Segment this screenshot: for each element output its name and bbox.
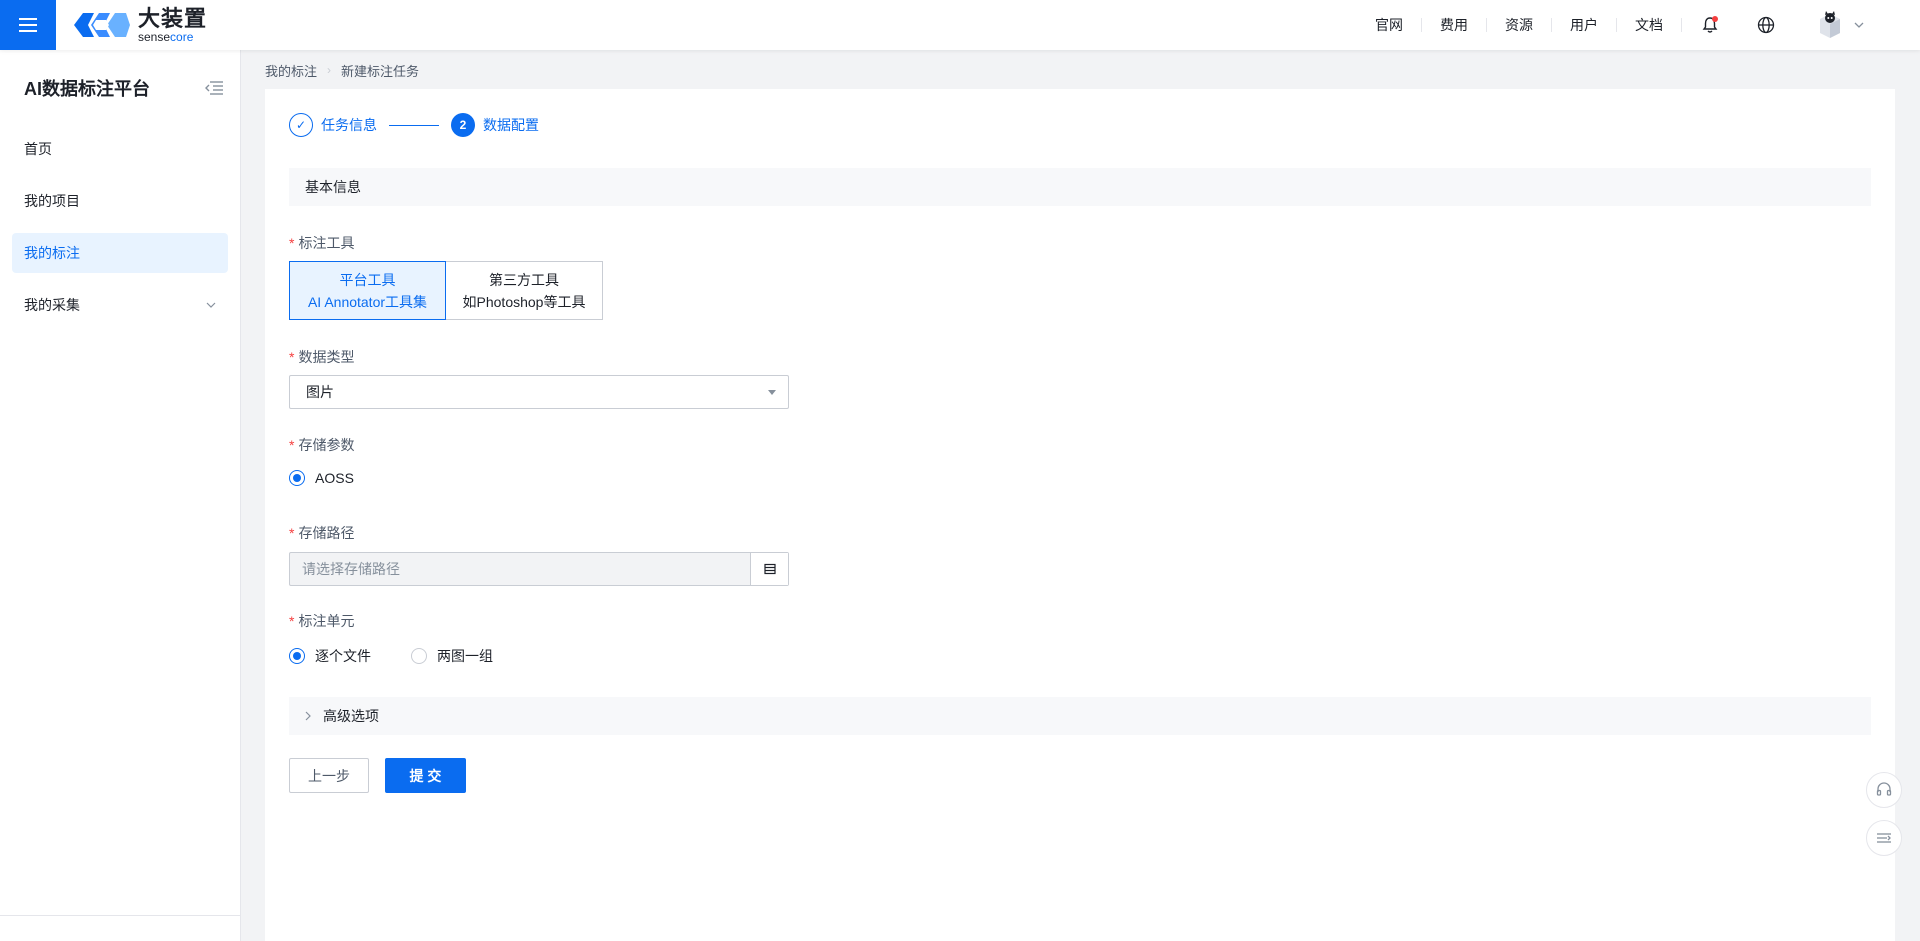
data-type-value: 图片 — [306, 384, 334, 400]
storage-icon — [763, 563, 776, 575]
tool-option-third-party[interactable]: 第三方工具 如Photoshop等工具 — [446, 261, 603, 320]
radio-checked-icon — [289, 470, 305, 486]
globe-icon — [1757, 16, 1775, 34]
nav-link-users[interactable]: 用户 — [1552, 15, 1616, 35]
annotation-unit-radio-group: 逐个文件 两图一组 — [289, 646, 493, 666]
logo-english-text: sensecore — [138, 29, 194, 44]
data-type-select[interactable]: 图片 — [289, 375, 789, 409]
nav-link-docs[interactable]: 文档 — [1617, 15, 1681, 35]
breadcrumb-separator-icon: › — [327, 63, 332, 77]
tool-option-subtitle: AI Annotator工具集 — [307, 293, 428, 310]
sidebar-item-my-projects[interactable]: 我的项目 — [12, 181, 228, 221]
list-menu-icon — [1877, 833, 1891, 843]
advanced-options-toggle[interactable]: 高级选项 — [289, 697, 1871, 735]
radio-aoss[interactable]: AOSS — [289, 470, 354, 486]
breadcrumb-item-my-annotations[interactable]: 我的标注 — [265, 61, 317, 80]
sidebar-item-home[interactable]: 首页 — [12, 129, 228, 169]
platform-title: AI数据标注平台 — [24, 79, 150, 99]
customer-service-button[interactable] — [1866, 772, 1902, 808]
collapse-sidebar-icon[interactable] — [204, 80, 224, 96]
menu-toggle-button[interactable] — [0, 0, 56, 50]
field-label-data-type: * 数据类型 — [289, 349, 355, 365]
breadcrumb: 我的标注 › 新建标注任务 — [265, 60, 419, 80]
storage-path-field — [289, 552, 789, 586]
sensecore-logo[interactable]: 大装置 sensecore — [72, 5, 208, 44]
notification-dot — [1712, 16, 1718, 22]
field-label-annotation-tool: * 标注工具 — [289, 235, 355, 251]
chevron-right-icon — [305, 711, 311, 721]
step-2-label: 数据配置 — [483, 117, 539, 133]
step-connector — [389, 124, 439, 126]
sidebar-footer — [0, 915, 240, 941]
quick-menu-button[interactable] — [1866, 820, 1902, 856]
notification-button[interactable] — [1682, 0, 1738, 50]
step-indicator: ✓ 任务信息 2 数据配置 — [289, 113, 539, 137]
breadcrumb-item-new-task: 新建标注任务 — [341, 63, 420, 79]
previous-step-button[interactable]: 上一步 — [289, 758, 369, 793]
radio-label: 逐个文件 — [315, 648, 371, 664]
chevron-down-icon — [206, 302, 216, 308]
sidebar-item-label: 我的项目 — [24, 193, 80, 209]
sidebar-item-label: 首页 — [24, 141, 52, 157]
storage-path-input[interactable] — [290, 553, 750, 585]
sidebar: AI数据标注平台 首页 我的项目 我的标注 我的采集 — [0, 50, 241, 941]
sidebar-item-label: 我的采集 — [24, 297, 80, 313]
storage-param-radio-group: AOSS — [289, 470, 354, 486]
tool-option-title: 平台工具 — [339, 271, 396, 288]
section-basic-info: 基本信息 — [289, 168, 1871, 206]
top-navigation: 官网 费用 资源 用户 文档 — [1357, 0, 1920, 50]
field-label-annotation-unit: * 标注单元 — [289, 613, 355, 629]
section-title: 基本信息 — [305, 179, 361, 195]
advanced-options-label: 高级选项 — [323, 708, 379, 724]
top-bar: 大装置 sensecore 官网 费用 资源 用户 文档 — [0, 0, 1920, 50]
tool-option-platform[interactable]: 平台工具 AI Annotator工具集 — [289, 261, 446, 320]
nav-link-official-site[interactable]: 官网 — [1357, 15, 1421, 35]
sidebar-item-my-annotations[interactable]: 我的标注 — [12, 233, 228, 273]
step-1-check-icon: ✓ — [289, 113, 313, 137]
submit-button[interactable]: 提 交 — [385, 758, 466, 793]
radio-checked-icon — [289, 648, 305, 664]
user-menu[interactable] — [1794, 9, 1920, 41]
nav-link-resources[interactable]: 资源 — [1487, 15, 1551, 35]
radio-single-file[interactable]: 逐个文件 — [289, 646, 371, 666]
main-content: ✓ 任务信息 2 数据配置 基本信息 * 标注工具 平台工具 AI Annotat… — [265, 89, 1895, 941]
sidebar-item-my-collections[interactable]: 我的采集 — [12, 285, 228, 325]
field-label-storage-param: * 存储参数 — [289, 437, 355, 453]
avatar — [1820, 11, 1840, 38]
radio-label: AOSS — [315, 470, 354, 486]
radio-unchecked-icon — [411, 648, 427, 664]
logo-mark-icon — [74, 13, 130, 37]
field-label-storage-path: * 存储路径 — [289, 525, 355, 541]
hamburger-icon — [19, 18, 37, 32]
logo-chinese-text: 大装置 — [138, 5, 208, 31]
radio-two-images[interactable]: 两图一组 — [411, 646, 493, 666]
step-2-number: 2 — [451, 113, 475, 137]
browse-storage-button[interactable] — [750, 553, 788, 585]
annotation-tool-selector: 平台工具 AI Annotator工具集 第三方工具 如Photoshop等工具 — [289, 261, 603, 320]
tool-option-title: 第三方工具 — [489, 271, 559, 288]
chevron-down-icon — [1854, 22, 1864, 28]
headset-icon — [1876, 782, 1892, 796]
tool-option-subtitle: 如Photoshop等工具 — [462, 293, 586, 310]
caret-down-icon — [768, 389, 776, 395]
radio-label: 两图一组 — [437, 648, 493, 664]
nav-link-billing[interactable]: 费用 — [1422, 15, 1486, 35]
sidebar-item-label: 我的标注 — [24, 245, 80, 261]
step-1-label[interactable]: 任务信息 — [321, 115, 377, 135]
language-button[interactable] — [1738, 0, 1794, 50]
